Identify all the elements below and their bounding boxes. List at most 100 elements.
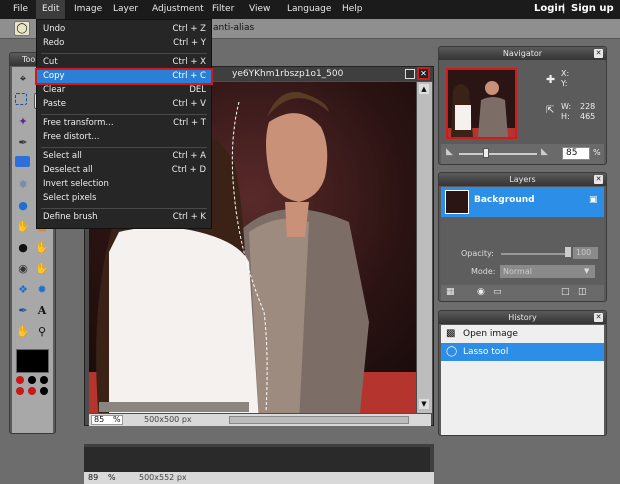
menu-layer[interactable]: Layer — [113, 4, 138, 14]
menu-item-shortcut: Ctrl + K — [172, 212, 206, 222]
thumbnail-illustration — [448, 70, 515, 137]
close-icon[interactable]: ✕ — [594, 313, 603, 322]
zoom-slider-handle[interactable] — [483, 148, 490, 158]
text-icon[interactable]: A — [34, 303, 50, 319]
history-item[interactable]: ▩ Open image — [441, 325, 604, 343]
hand-icon[interactable]: ✋ — [15, 324, 31, 340]
menu-image[interactable]: Image — [74, 4, 102, 14]
drop-icon[interactable]: ● — [15, 198, 31, 214]
zoom-icon[interactable]: ⚲ — [34, 324, 50, 340]
history-item-selected[interactable]: ◯ Lasso tool — [441, 343, 604, 361]
edit-menu-item-define-brush[interactable]: Define brush Ctrl + K — [37, 211, 211, 224]
zoom-in-icon[interactable]: ◣ — [541, 147, 548, 157]
edit-menu-item-paste[interactable]: Paste Ctrl + V — [37, 98, 211, 111]
edit-menu-item-deselect-all[interactable]: Deselect all Ctrl + D — [37, 164, 211, 177]
edit-menu-item-select-pixels[interactable]: Select pixels — [37, 192, 211, 205]
edit-menu-item-cut[interactable]: Cut Ctrl + X — [37, 56, 211, 69]
red-dot-icon — [16, 387, 24, 395]
foreground-color-swatch[interactable] — [16, 349, 49, 373]
opacity-slider[interactable] — [501, 253, 569, 255]
edit-menu-dropdown: Undo Ctrl + Z Redo Ctrl + Y Cut Ctrl + X Copy C… — [35, 19, 213, 229]
edit-menu-item-select-all[interactable]: Select all Ctrl + A — [37, 150, 211, 163]
folder-icon[interactable]: ▭ — [493, 287, 502, 297]
crop-icon[interactable]: ⌖ — [15, 71, 31, 87]
menu-item-label: Undo — [43, 24, 66, 34]
menu-filter[interactable]: Filter — [212, 4, 234, 14]
menu-item-label: Deselect all — [43, 165, 93, 175]
menu-help[interactable]: Help — [342, 4, 363, 14]
gradient-icon[interactable] — [15, 156, 30, 167]
eye-icon[interactable]: ◉ — [15, 261, 31, 277]
zoom-input[interactable]: 85 — [562, 147, 590, 160]
dodge-icon[interactable]: ✋ — [34, 240, 50, 256]
mask-icon[interactable]: ◉ — [477, 287, 485, 297]
zoom-slider-track[interactable] — [459, 153, 537, 155]
close-icon[interactable]: ✕ — [594, 175, 603, 184]
edit-menu-item-redo[interactable]: Redo Ctrl + Y — [37, 37, 211, 50]
edit-menu-item-undo[interactable]: Undo Ctrl + Z — [37, 23, 211, 36]
menu-file[interactable]: File — [13, 4, 28, 14]
pinch-icon[interactable]: ✋ — [34, 261, 50, 277]
edit-menu-item-free-transform[interactable]: Free transform... Ctrl + T — [37, 117, 211, 130]
lock-icon[interactable]: ▣ — [589, 195, 598, 205]
navigator-panel: Navigator ✕ ✚ X: Y: ⇱ W: 228 H: 465 ◣ ◣ … — [438, 46, 607, 165]
smudge-icon[interactable]: ✋ — [15, 219, 31, 235]
opacity-input[interactable]: 100 — [573, 247, 598, 259]
red-dot-icon — [28, 387, 36, 395]
history-item-label: Lasso tool — [463, 347, 509, 357]
menu-item-shortcut: Ctrl + T — [173, 118, 206, 128]
menu-item-shortcut: Ctrl + D — [171, 165, 206, 175]
navigator-thumbnail[interactable] — [446, 68, 517, 139]
layers-title: Layers — [439, 173, 606, 186]
menu-edit[interactable]: Edit — [36, 0, 66, 19]
zoom-out-icon[interactable]: ◣ — [446, 147, 453, 157]
menu-item-shortcut: Ctrl + Y — [173, 38, 206, 48]
spherize-icon[interactable]: ✹ — [34, 282, 50, 298]
zoom-unit: % — [113, 415, 121, 424]
menu-adjustment[interactable]: Adjustment — [152, 4, 204, 14]
brush-icon[interactable]: ✒ — [15, 135, 31, 151]
opacity-label: Opacity: — [461, 249, 494, 258]
menu-separator — [41, 114, 207, 115]
scroll-down-icon[interactable]: ▼ — [419, 399, 429, 409]
signup-link[interactable]: Sign up — [571, 3, 614, 14]
menu-view[interactable]: View — [249, 4, 270, 14]
bloat-icon[interactable]: ❖ — [15, 282, 31, 298]
image-size: 500x500 px — [144, 415, 192, 424]
mode-select[interactable]: Normal — [500, 265, 595, 278]
layer-style-icon[interactable]: ▦ — [446, 287, 455, 297]
history-title: History — [439, 311, 606, 324]
edit-menu-item-free-distort[interactable]: Free distort... — [37, 131, 211, 144]
history-panel: History ✕ ▩ Open image ◯ Lasso tool — [438, 310, 607, 436]
black-dot-icon — [40, 376, 48, 384]
clone-icon[interactable]: ⚛ — [15, 177, 31, 193]
scroll-up-icon[interactable]: ▲ — [419, 84, 429, 94]
picker-icon[interactable]: ✒ — [15, 303, 31, 319]
y-label: Y: — [561, 79, 568, 88]
layer-name: Background — [474, 195, 535, 205]
menu-item-label: Redo — [43, 38, 65, 48]
wand-icon[interactable]: ✦ — [15, 114, 31, 130]
black-dot-icon — [40, 387, 48, 395]
edit-menu-item-copy[interactable]: Copy Ctrl + C — [35, 68, 213, 85]
history-list: ▩ Open image ◯ Lasso tool — [441, 325, 604, 435]
menu-language[interactable]: Language — [287, 4, 331, 14]
edit-menu-item-clear[interactable]: Clear DEL — [37, 84, 211, 97]
new-layer-icon[interactable]: □ — [561, 287, 570, 297]
close-icon[interactable]: ✕ — [594, 49, 603, 58]
marquee-icon[interactable] — [15, 93, 27, 105]
lasso-icon[interactable]: ◯ — [14, 21, 30, 36]
edit-menu-item-invert-selection[interactable]: Invert selection — [37, 178, 211, 191]
horizontal-scrollbar[interactable] — [229, 416, 409, 424]
menu-item-shortcut: DEL — [189, 85, 206, 95]
opacity-handle[interactable] — [565, 247, 571, 257]
burn-icon[interactable]: ● — [15, 240, 31, 256]
trash-icon[interactable]: ◫ — [578, 287, 587, 297]
chevron-down-icon: ▼ — [584, 267, 590, 275]
layer-row-background[interactable]: Background ▣ — [441, 187, 604, 217]
close-icon[interactable]: ✕ — [417, 67, 430, 80]
maximize-icon[interactable] — [405, 69, 415, 79]
login-link[interactable]: Login — [534, 3, 565, 14]
vertical-scrollbar[interactable]: ▲ ▼ — [417, 82, 432, 413]
second-zoom-unit: % — [108, 473, 116, 482]
